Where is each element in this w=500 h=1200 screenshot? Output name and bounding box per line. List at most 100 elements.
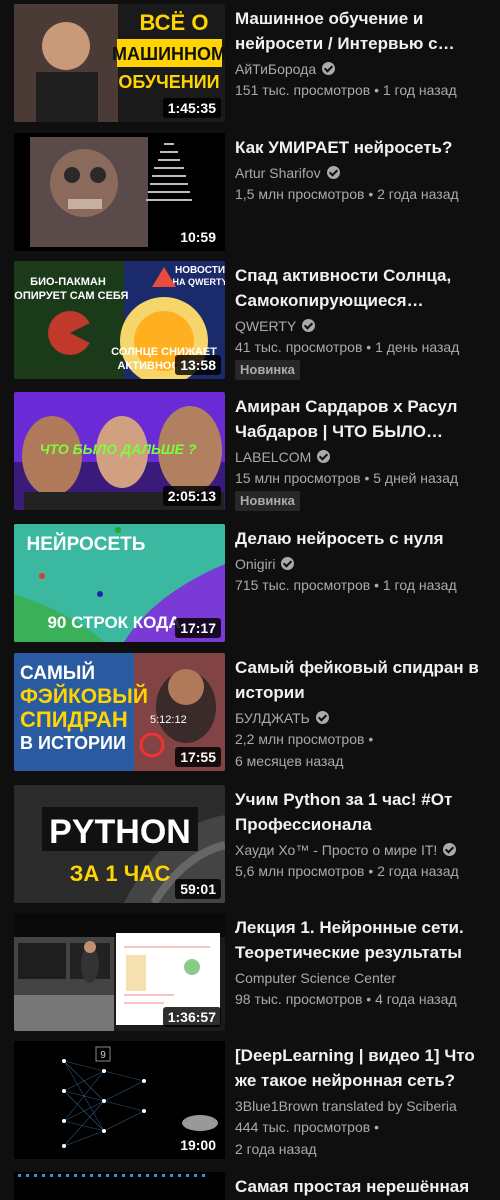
video-item[interactable]: НЕЙРОСЕТЬ 90 СТРОК КОДА 17:17 Делаю нейр… [0, 524, 500, 644]
video-thumbnail[interactable]: ЧТО БЫЛО ДАЛЬШЕ ? 2:05:13 [14, 392, 225, 510]
video-thumbnail[interactable]: PYTHON ЗА 1 ЧАС 59:01 [14, 785, 225, 903]
video-title[interactable]: Самая простая нерешённая [235, 1174, 487, 1199]
video-item[interactable]: 1:36:57 Лекция 1. Нейронные сети. Теорет… [0, 913, 500, 1033]
video-stats: 98 тыс. просмотров • 4 года назад [235, 991, 457, 1007]
thumb-text: СПИДРАН [20, 707, 128, 732]
video-item[interactable]: Самая простая нерешённая [0, 1172, 500, 1200]
video-title[interactable]: Как УМИРАЕТ нейросеть? [235, 135, 487, 160]
channel-name-row[interactable]: АйТиБорода [235, 59, 487, 79]
video-title[interactable]: [DeepLearning | видео 1] Что же такое не… [235, 1043, 487, 1093]
video-duration: 10:59 [175, 227, 221, 247]
thumb-text: 5:12:12 [150, 714, 187, 726]
video-meta: Самый фейковый спидран в истории БУЛДЖАТ… [235, 655, 487, 772]
video-meta: [DeepLearning | видео 1] Что же такое не… [235, 1043, 487, 1160]
video-thumbnail[interactable] [14, 1172, 225, 1200]
video-stats-date: 6 месяцев назад [235, 753, 344, 769]
video-item[interactable]: БИО-ПАКМАН КОПИРУЕТ САМ СЕБЯ НОВОСТИ НА … [0, 261, 500, 383]
thumbnail-image [14, 1172, 225, 1200]
thumb-text: ВСЁ О [140, 10, 209, 35]
thumb-text: НОВОСТИ [175, 265, 225, 276]
channel-name[interactable]: БУЛДЖАТЬ [235, 710, 310, 726]
video-title[interactable]: Спад активности Солнца, Самокопирующиеся… [235, 263, 487, 313]
video-item[interactable]: PYTHON ЗА 1 ЧАС 59:01 Учим Python за 1 ч… [0, 785, 500, 905]
neuron-icon [184, 959, 200, 975]
video-stats: 5,6 млн просмотров • 2 года назад [235, 863, 459, 879]
channel-name-row[interactable]: QWERTY [235, 316, 487, 336]
thumb-text: НЕЙРОСЕТЬ [27, 533, 146, 555]
video-thumbnail[interactable]: БИО-ПАКМАН КОПИРУЕТ САМ СЕБЯ НОВОСТИ НА … [14, 261, 225, 379]
verified-icon [315, 711, 329, 724]
video-meta: Машинное обучение и нейросети / Интервью… [235, 6, 487, 101]
video-thumbnail[interactable]: НЕЙРОСЕТЬ 90 СТРОК КОДА 17:17 [14, 524, 225, 642]
thumb-text: НА QWERTY [173, 277, 226, 287]
video-item[interactable]: 10:59 Как УМИРАЕТ нейросеть? Artur Shari… [0, 133, 500, 253]
video-stats: 715 тыс. просмотров • 1 год назад [235, 577, 457, 593]
channel-name-row[interactable]: Хауди Хо™ - Просто о мире IT! [235, 840, 487, 860]
verified-icon [317, 450, 331, 463]
channel-name[interactable]: 3Blue1Brown translated by Sciberia [235, 1096, 487, 1116]
verified-icon [302, 319, 316, 332]
video-stats: 444 тыс. просмотров • [235, 1119, 379, 1135]
channel-name-row[interactable]: Onigiri [235, 554, 487, 574]
video-duration: 59:01 [175, 879, 221, 899]
channel-name[interactable]: Artur Sharifov [235, 165, 321, 181]
thumb-text: 9 [100, 1050, 106, 1061]
channel-name[interactable]: LABELCOM [235, 449, 311, 465]
verified-icon [443, 843, 457, 856]
verified-icon [326, 166, 340, 179]
thumb-text: ФЭЙКОВЫЙ [20, 684, 148, 708]
video-title[interactable]: Амиран Сардаров x Расул Чабдаров | ЧТО Б… [235, 394, 487, 444]
video-meta: Самая простая нерешённая [235, 1174, 487, 1199]
video-duration: 17:17 [175, 618, 221, 638]
channel-name[interactable]: QWERTY [235, 318, 296, 334]
video-meta: Учим Python за 1 час! #От Профессионала … [235, 787, 487, 882]
video-duration: 1:45:35 [162, 98, 221, 118]
video-title[interactable]: Самый фейковый спидран в истории [235, 655, 487, 705]
thumb-text: САМЫЙ [20, 662, 95, 684]
video-thumbnail[interactable]: 1:36:57 [14, 913, 225, 1031]
video-duration: 13:58 [175, 355, 221, 375]
channel-name[interactable]: Computer Science Center [235, 968, 487, 988]
video-item[interactable]: ЧТО БЫЛО ДАЛЬШЕ ? 2:05:13 Амиран Сардаро… [0, 392, 500, 514]
video-stats: 41 тыс. просмотров • 1 день назад [235, 339, 460, 355]
channel-name[interactable]: АйТиБорода [235, 61, 316, 77]
video-meta: Как УМИРАЕТ нейросеть? Artur Sharifov 1,… [235, 135, 487, 205]
verified-icon [281, 557, 295, 570]
video-title[interactable]: Учим Python за 1 час! #От Профессионала [235, 787, 487, 837]
thumb-text: ЧТО БЫЛО ДАЛЬШЕ ? [40, 441, 197, 457]
video-duration: 17:55 [175, 747, 221, 767]
video-item[interactable]: ВСЁ О МАШИННОМ ОБУЧЕНИИ 1:45:35 Машинное… [0, 4, 500, 124]
video-meta: Лекция 1. Нейронные сети. Теоретические … [235, 915, 487, 1010]
video-thumbnail[interactable]: ВСЁ О МАШИННОМ ОБУЧЕНИИ 1:45:35 [14, 4, 225, 122]
video-item[interactable]: 9 19:00 [DeepLearning | видео 1] Что же … [0, 1041, 500, 1161]
thumb-text: PYTHON [49, 813, 191, 851]
video-meta: Делаю нейросеть с нуля Onigiri 715 тыс. … [235, 526, 487, 596]
video-title[interactable]: Делаю нейросеть с нуля [235, 526, 487, 551]
thumb-text: КОПИРУЕТ САМ СЕБЯ [14, 290, 129, 302]
video-title[interactable]: Лекция 1. Нейронные сети. Теоретические … [235, 915, 487, 965]
video-item[interactable]: САМЫЙ ФЭЙКОВЫЙ СПИДРАН В ИСТОРИИ 5:12:12… [0, 653, 500, 775]
video-meta: Амиран Сардаров x Расул Чабдаров | ЧТО Б… [235, 394, 487, 511]
video-thumbnail[interactable]: 10:59 [14, 133, 225, 251]
verified-icon [322, 62, 336, 75]
new-badge: Новинка [235, 491, 300, 511]
video-duration: 2:05:13 [162, 486, 221, 506]
thumb-text: ЗА 1 ЧАС [70, 861, 171, 886]
video-duration: 1:36:57 [162, 1007, 221, 1027]
video-thumbnail[interactable]: САМЫЙ ФЭЙКОВЫЙ СПИДРАН В ИСТОРИИ 5:12:12… [14, 653, 225, 771]
video-stats: 15 млн просмотров • 5 дней назад [235, 470, 459, 486]
video-meta: Спад активности Солнца, Самокопирующиеся… [235, 263, 487, 380]
channel-name[interactable]: Onigiri [235, 556, 275, 572]
video-stats-date: 2 года назад [235, 1141, 317, 1157]
channel-name-row[interactable]: Artur Sharifov [235, 163, 487, 183]
channel-name-row[interactable]: БУЛДЖАТЬ [235, 708, 487, 728]
channel-name-row[interactable]: LABELCOM [235, 447, 487, 467]
thumb-text: МАШИННОМ [112, 44, 225, 64]
video-title[interactable]: Машинное обучение и нейросети / Интервью… [235, 6, 487, 56]
video-duration: 19:00 [175, 1135, 221, 1155]
pi-creature-icon [182, 1115, 218, 1131]
video-thumbnail[interactable]: 9 19:00 [14, 1041, 225, 1159]
thumb-text: ОБУЧЕНИИ [118, 72, 219, 92]
thumb-text: БИО-ПАКМАН [30, 276, 106, 288]
channel-name[interactable]: Хауди Хо™ - Просто о мире IT! [235, 842, 437, 858]
